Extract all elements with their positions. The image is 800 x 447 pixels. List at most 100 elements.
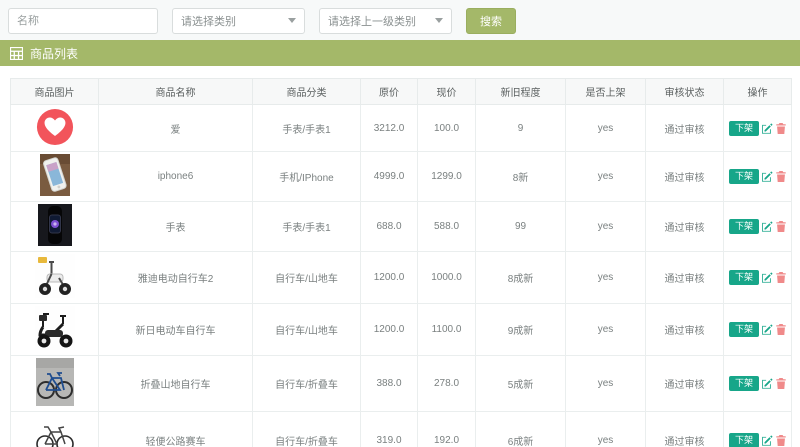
cell-category: 自行车/山地车	[253, 304, 361, 356]
cell-original-price: 1200.0	[361, 304, 418, 356]
cell-category: 手表/手表1	[253, 202, 361, 252]
chevron-down-icon	[288, 18, 296, 23]
category-select[interactable]: 请选择类别	[172, 8, 305, 34]
table-row: 爱 手表/手表1 3212.0 100.0 9 yes 通过审核 下架	[11, 105, 792, 152]
product-table: 商品图片 商品名称 商品分类 原价 现价 新旧程度 是否上架 审核状态 操作 爱…	[10, 78, 792, 447]
unlist-button[interactable]: 下架	[729, 322, 759, 337]
panel-header: 商品列表	[0, 40, 800, 66]
cell-audit-status: 通过审核	[646, 412, 724, 447]
cell-listed: yes	[566, 304, 646, 356]
col-operations: 操作	[724, 79, 792, 105]
table-row: 轻便公路赛车 自行车/折叠车 319.0 192.0 6成新 yes 通过审核 …	[11, 412, 792, 447]
edit-icon[interactable]	[762, 221, 773, 232]
cell-current-price: 1100.0	[418, 304, 476, 356]
edit-icon[interactable]	[762, 123, 773, 134]
table-grid-icon	[10, 47, 23, 60]
col-current-price: 现价	[418, 79, 476, 105]
edit-icon[interactable]	[762, 272, 773, 283]
unlist-button[interactable]: 下架	[729, 219, 759, 234]
cell-product-name: iphone6	[99, 152, 253, 202]
edit-icon[interactable]	[762, 324, 773, 335]
cell-audit-status: 通过审核	[646, 356, 724, 412]
cell-listed: yes	[566, 252, 646, 304]
cell-audit-status: 通过审核	[646, 152, 724, 202]
cell-original-price: 3212.0	[361, 105, 418, 152]
electric-bike-photo	[35, 306, 75, 350]
cell-current-price: 192.0	[418, 412, 476, 447]
cell-product-name: 雅迪电动自行车2	[99, 252, 253, 304]
filter-bar: 请选择类别 请选择上一级类别 搜索	[0, 0, 800, 40]
col-original-price: 原价	[361, 79, 418, 105]
cell-condition: 5成新	[476, 356, 566, 412]
table-header-row: 商品图片 商品名称 商品分类 原价 现价 新旧程度 是否上架 审核状态 操作	[11, 79, 792, 105]
edit-icon[interactable]	[762, 171, 773, 182]
cell-original-price: 319.0	[361, 412, 418, 447]
cell-listed: yes	[566, 202, 646, 252]
cell-audit-status: 通过审核	[646, 105, 724, 152]
delete-icon[interactable]	[776, 378, 786, 389]
name-input[interactable]	[8, 8, 158, 34]
heart-logo	[36, 108, 74, 146]
cell-original-price: 4999.0	[361, 152, 418, 202]
edit-icon[interactable]	[762, 435, 773, 446]
cell-condition: 99	[476, 202, 566, 252]
cell-audit-status: 通过审核	[646, 202, 724, 252]
table-row: 新日电动车自行车 自行车/山地车 1200.0 1100.0 9成新 yes 通…	[11, 304, 792, 356]
cell-category: 自行车/折叠车	[253, 412, 361, 447]
chevron-down-icon	[435, 18, 443, 23]
cell-product-name: 折叠山地自行车	[99, 356, 253, 412]
smartwatch-photo	[38, 204, 72, 246]
edit-icon[interactable]	[762, 378, 773, 389]
cell-original-price: 1200.0	[361, 252, 418, 304]
cell-product-name: 手表	[99, 202, 253, 252]
cell-current-price: 588.0	[418, 202, 476, 252]
col-listed: 是否上架	[566, 79, 646, 105]
unlist-button[interactable]: 下架	[729, 169, 759, 184]
unlist-button[interactable]: 下架	[729, 270, 759, 285]
col-category: 商品分类	[253, 79, 361, 105]
delete-icon[interactable]	[776, 123, 786, 134]
cell-current-price: 1299.0	[418, 152, 476, 202]
cell-condition: 8成新	[476, 252, 566, 304]
table-row: 雅迪电动自行车2 自行车/山地车 1200.0 1000.0 8成新 yes 通…	[11, 252, 792, 304]
cell-current-price: 100.0	[418, 105, 476, 152]
delete-icon[interactable]	[776, 324, 786, 335]
cell-listed: yes	[566, 152, 646, 202]
col-product-image: 商品图片	[11, 79, 99, 105]
cell-listed: yes	[566, 356, 646, 412]
panel-title: 商品列表	[30, 45, 78, 62]
col-condition: 新旧程度	[476, 79, 566, 105]
road-bike-photo	[35, 414, 75, 447]
unlist-button[interactable]: 下架	[729, 121, 759, 136]
cell-category: 手表/手表1	[253, 105, 361, 152]
unlist-button[interactable]: 下架	[729, 376, 759, 391]
cell-original-price: 388.0	[361, 356, 418, 412]
parent-category-select-value: 请选择上一级类别	[328, 13, 416, 29]
product-table-wrap: 商品图片 商品名称 商品分类 原价 现价 新旧程度 是否上架 审核状态 操作 爱…	[0, 66, 800, 447]
category-select-value: 请选择类别	[181, 13, 236, 29]
cell-condition: 6成新	[476, 412, 566, 447]
cell-category: 手机/IPhone	[253, 152, 361, 202]
iphone-photo	[40, 154, 70, 196]
table-row: iphone6 手机/IPhone 4999.0 1299.0 8新 yes 通…	[11, 152, 792, 202]
table-row: 折叠山地自行车 自行车/折叠车 388.0 278.0 5成新 yes 通过审核…	[11, 356, 792, 412]
cell-product-name: 爱	[99, 105, 253, 152]
delete-icon[interactable]	[776, 435, 786, 446]
mountain-bike-photo	[36, 358, 74, 406]
cell-product-name: 轻便公路赛车	[99, 412, 253, 447]
delete-icon[interactable]	[776, 272, 786, 283]
cell-category: 自行车/山地车	[253, 252, 361, 304]
search-button[interactable]: 搜索	[466, 8, 516, 34]
unlist-button[interactable]: 下架	[729, 433, 759, 447]
col-audit-status: 审核状态	[646, 79, 724, 105]
parent-category-select[interactable]: 请选择上一级类别	[319, 8, 452, 34]
cell-audit-status: 通过审核	[646, 252, 724, 304]
cell-current-price: 278.0	[418, 356, 476, 412]
col-product-name: 商品名称	[99, 79, 253, 105]
delete-icon[interactable]	[776, 221, 786, 232]
cell-listed: yes	[566, 105, 646, 152]
table-row: 手表 手表/手表1 688.0 588.0 99 yes 通过审核 下架	[11, 202, 792, 252]
cell-audit-status: 通过审核	[646, 304, 724, 356]
delete-icon[interactable]	[776, 171, 786, 182]
cell-current-price: 1000.0	[418, 252, 476, 304]
